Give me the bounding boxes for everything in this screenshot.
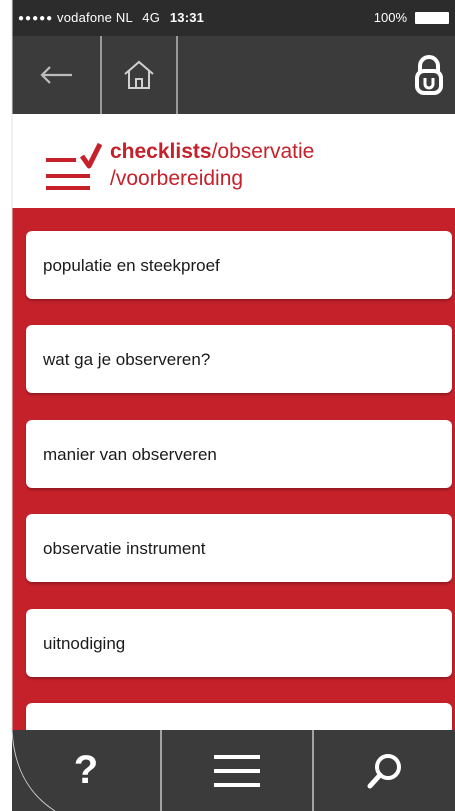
list-item[interactable]: observatie instrument (26, 514, 452, 582)
carrier-name: vodafone NL (57, 10, 133, 25)
search-button[interactable] (314, 730, 455, 811)
app-screen: ●●●●● vodafone NL 4G 13:31 100% checklis… (12, 0, 455, 811)
signal-dots-icon: ●●●●● (18, 13, 54, 24)
help-label: ? (73, 748, 99, 792)
battery-icon (415, 12, 449, 24)
page-subtitle: /voorbereiding (110, 167, 244, 190)
device-edge (0, 0, 12, 811)
list-item-label: observatie instrument (43, 539, 206, 558)
network-type: 4G (142, 10, 161, 25)
list-item-label: manier van observeren (43, 445, 217, 464)
title-bold: checklists (110, 140, 212, 163)
lock-button[interactable] (402, 36, 455, 114)
list-item-label: populatie en steekproef (43, 256, 220, 275)
list-item[interactable]: wat ga je observeren? (26, 325, 452, 393)
battery-percent: 100% (373, 10, 407, 25)
list-item[interactable]: manier van observeren (26, 420, 452, 488)
list-item-label: wat ga je observeren? (43, 350, 211, 369)
nav-divider (176, 36, 178, 114)
home-button[interactable] (102, 36, 176, 114)
list-item[interactable]: uitnodiging (26, 609, 452, 677)
back-button[interactable] (12, 36, 100, 114)
top-nav-bar (12, 36, 455, 114)
home-icon (124, 60, 154, 89)
list-item[interactable]: populatie en steekproef (26, 231, 452, 299)
hamburger-menu-icon (214, 754, 260, 787)
help-button[interactable]: ? (12, 730, 160, 811)
page-header: checklists/observatie /voorbereiding (12, 114, 455, 208)
arrow-left-icon (40, 66, 72, 84)
checklist-list: populatie en steekproef wat ga je observ… (12, 208, 455, 771)
status-bar: ●●●●● vodafone NL 4G 13:31 100% (12, 0, 455, 36)
lock-icon (414, 55, 443, 95)
menu-button[interactable] (162, 730, 312, 811)
page-title: checklists/observatie /voorbereiding (110, 138, 314, 192)
list-item-label: uitnodiging (43, 634, 126, 653)
search-icon (367, 753, 401, 788)
title-rest: /observatie (211, 140, 315, 163)
status-time: 13:31 (169, 10, 205, 25)
checklist-icon (44, 142, 103, 199)
status-left: ●●●●● vodafone NL 4G 13:31 (18, 10, 204, 25)
bottom-toolbar: ? (12, 730, 455, 811)
